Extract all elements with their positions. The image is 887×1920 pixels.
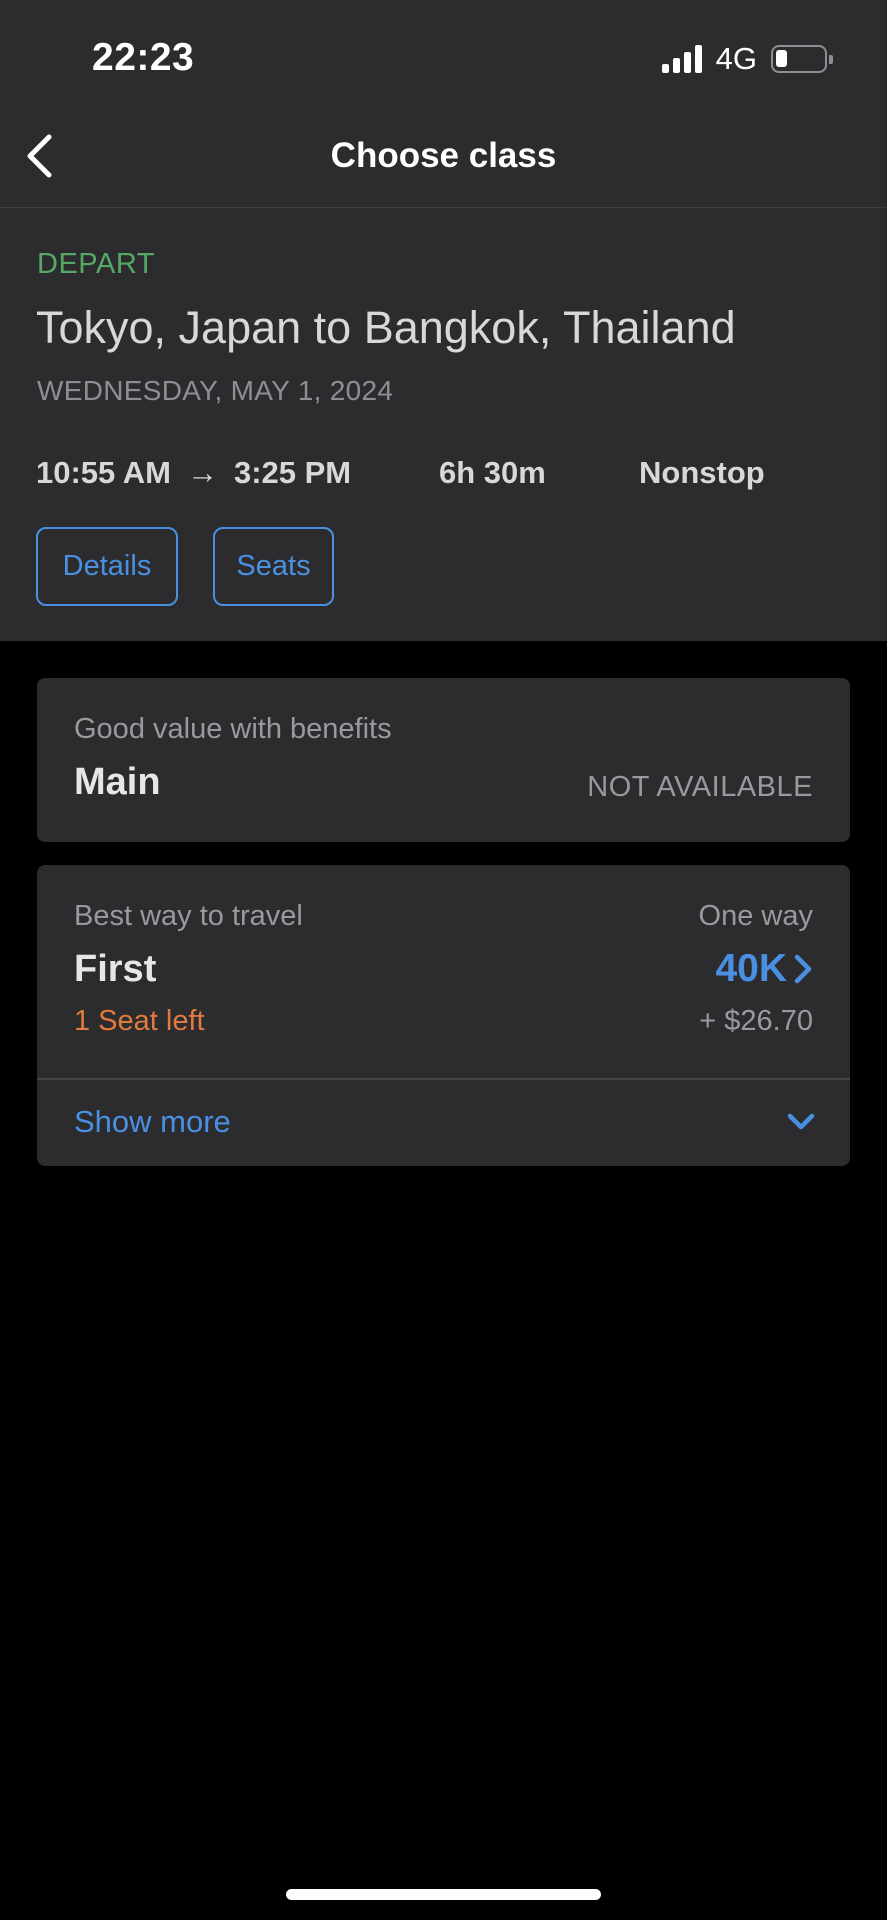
choose-class-screen: 22:23 4G Choose class DEPART Tokyo, Japa	[0, 0, 887, 1920]
home-indicator[interactable]	[286, 1889, 601, 1900]
seats-left-badge: 1 Seat left	[74, 1005, 205, 1037]
status-time: 22:23	[92, 36, 195, 79]
fare-subtitle: Best way to travel	[74, 900, 303, 932]
chevron-down-icon	[787, 1113, 815, 1130]
trip-type: One way	[698, 900, 813, 932]
seats-button[interactable]: Seats	[213, 527, 334, 606]
show-more-button[interactable]: Show more	[37, 1080, 850, 1166]
chevron-right-icon	[794, 954, 812, 984]
page-title: Choose class	[330, 136, 557, 175]
arrive-time: 3:25 PM	[233, 455, 352, 490]
fare-name: First	[74, 948, 157, 990]
depart-time: 10:55 AM	[36, 455, 171, 490]
fare-fees: + $26.70	[699, 1005, 813, 1037]
fare-card-main: Good value with benefits Main NOT AVAILA…	[37, 678, 850, 842]
fare-status: NOT AVAILABLE	[587, 771, 813, 803]
network-type: 4G	[715, 41, 757, 76]
fare-miles: 40K	[715, 947, 787, 990]
arrow-right-icon: →	[186, 455, 218, 490]
battery-icon	[771, 45, 833, 73]
nav-divider	[0, 207, 887, 208]
status-indicators: 4G	[661, 41, 833, 76]
show-more-label: Show more	[74, 1104, 231, 1139]
battery-level	[776, 50, 787, 67]
fare-name: Main	[74, 761, 161, 803]
fare-card-first: Best way to travel One way First 40K 1 S…	[37, 865, 850, 1166]
flight-stops: Nonstop	[639, 455, 765, 490]
direction-label: DEPART	[37, 248, 155, 280]
details-button[interactable]: Details	[36, 527, 178, 606]
flight-date: WEDNESDAY, MAY 1, 2024	[37, 375, 394, 406]
flight-duration: 6h 30m	[439, 455, 546, 490]
flight-times: 10:55 AM → 3:25 PM	[36, 455, 351, 491]
cellular-signal-icon	[661, 45, 702, 73]
fare-price-button[interactable]: 40K	[715, 947, 813, 991]
fare-subtitle: Good value with benefits	[74, 713, 392, 745]
header-panel: 22:23 4G Choose class DEPART Tokyo, Japa	[0, 0, 887, 641]
route-title: Tokyo, Japan to Bangkok, Thailand	[36, 302, 736, 353]
